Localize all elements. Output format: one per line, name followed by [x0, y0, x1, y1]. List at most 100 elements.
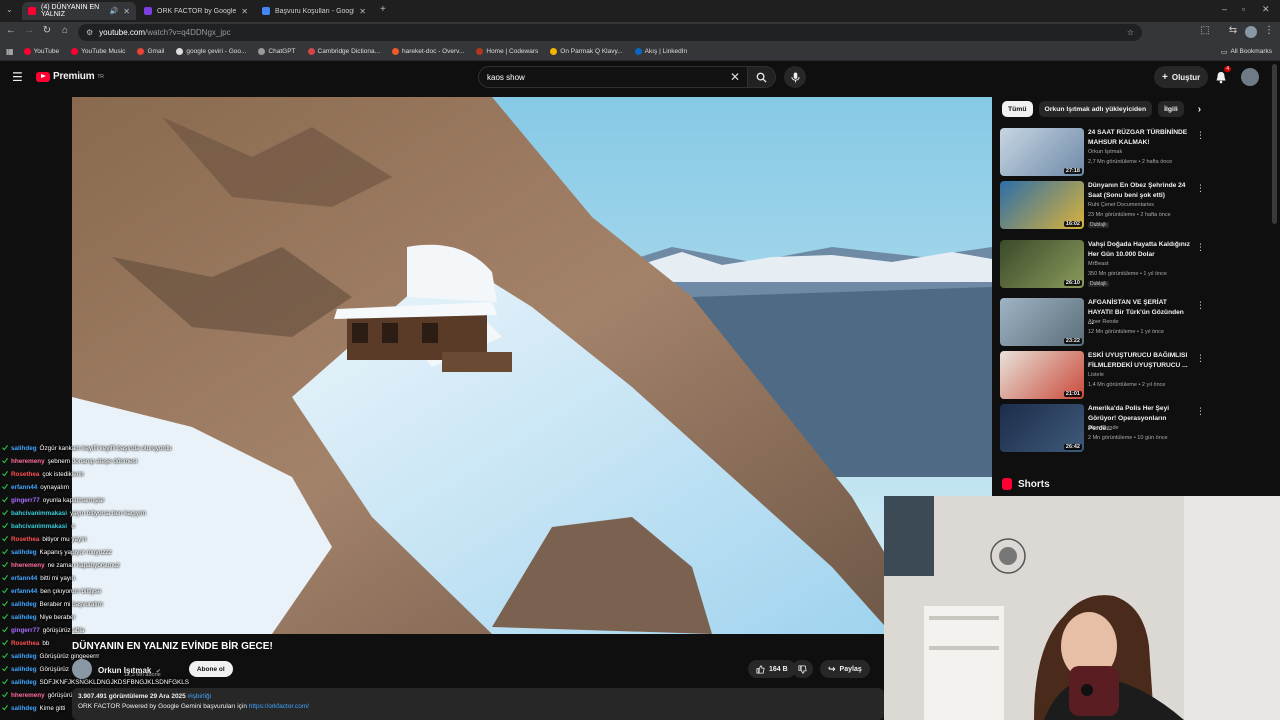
bookmark-cambridge[interactable]: Cambridge Dictiona...	[307, 48, 380, 55]
video-channel[interactable]: Alper Rende	[1088, 425, 1119, 431]
bookmark-gmail[interactable]: Gmail	[137, 48, 164, 55]
address-bar[interactable]: ⚙ youtube.com/watch?v=q4DDNgx_jpc ☆	[78, 24, 1142, 41]
speaker-icon[interactable]: 🔊	[110, 7, 119, 15]
page-scrollbar[interactable]	[1272, 64, 1277, 224]
hashtag-link[interactable]: #işbirliği	[188, 693, 211, 700]
back-icon[interactable]: ←	[4, 25, 18, 36]
clear-search-icon[interactable]: ✕	[730, 70, 740, 84]
bookmark-on-parmak[interactable]: On Parmak Q Klavy...	[550, 48, 623, 55]
bookmark-codewars[interactable]: Home | Codewars	[476, 48, 538, 55]
video-channel[interactable]: Orkun Işıtmak	[1088, 149, 1122, 155]
video-thumbnail[interactable]: 23:22	[1000, 298, 1084, 346]
more-options-icon[interactable]: ⋮	[1196, 130, 1205, 141]
video-channel[interactable]: Alper Rende	[1088, 319, 1119, 325]
new-tab-icon[interactable]: +	[380, 4, 386, 15]
video-thumbnail[interactable]: 27:18	[1000, 128, 1084, 176]
create-button[interactable]: + Oluştur	[1154, 66, 1209, 88]
recommended-video[interactable]: 16:02 Dünyanın En Obez Şehrinde 24 Saat …	[1000, 181, 1205, 231]
notifications-button[interactable]: 4	[1212, 66, 1231, 86]
minimize-icon[interactable]: –	[1222, 4, 1227, 14]
chat-username: salihdeg	[11, 679, 37, 686]
apps-grid-icon[interactable]: ▦	[6, 47, 14, 56]
youtube-premium-logo[interactable]: Premium TR	[36, 71, 104, 82]
more-options-icon[interactable]: ⋮	[1196, 242, 1205, 253]
video-title[interactable]: 24 SAAT RÜZGAR TÜRBİNİNDE MAHSUR KALMAK!	[1088, 128, 1190, 148]
tab-google-docs[interactable]: Başvuru Koşulları - Google Doc ✕	[256, 2, 372, 20]
more-options-icon[interactable]: ⋮	[1196, 353, 1205, 364]
video-description[interactable]: 3.907.491 görüntüleme 29 Ara 2025 #işbir…	[72, 688, 884, 720]
chevron-right-icon[interactable]: ›	[1198, 104, 1201, 115]
more-options-icon[interactable]: ⋮	[1196, 183, 1205, 194]
close-window-icon[interactable]: ✕	[1262, 4, 1270, 15]
profile-switch-icon[interactable]: ⇆	[1226, 25, 1240, 36]
recommended-video[interactable]: 21:01 ESKİ UYUŞTURUCU BAĞIMLISI FİLMLERD…	[1000, 351, 1205, 401]
more-options-icon[interactable]: ⋮	[1196, 300, 1205, 311]
video-title[interactable]: Vahşi Doğada Hayatta Kaldığınız Her Gün …	[1088, 240, 1190, 260]
video-duration: 26:10	[1063, 280, 1082, 286]
browser-profile-avatar[interactable]	[1245, 26, 1257, 38]
close-tab-icon[interactable]: ✕	[123, 7, 130, 16]
recommended-video[interactable]: 23:22 AFGANİSTAN VE ŞERİAT HAYATI! Bir T…	[1000, 298, 1205, 348]
reload-icon[interactable]: ↻	[40, 25, 54, 36]
bookmark-favicon-icon	[23, 48, 31, 55]
chat-text: bitti mi yayın	[40, 575, 76, 582]
chip-all[interactable]: Tümü	[1002, 101, 1033, 117]
description-link[interactable]: https://orkfactor.com/	[249, 703, 309, 710]
chat-text: ne zaman kapatıyorsunuz	[47, 562, 120, 569]
video-meta: 2,7 Mn görüntüleme • 2 hafta önce	[1088, 159, 1173, 165]
bookmark-linkedin[interactable]: Akış | LinkedIn	[634, 48, 687, 55]
maximize-icon[interactable]: ▫	[1242, 4, 1245, 14]
video-title[interactable]: ESKİ UYUŞTURUCU BAĞIMLISI FİLMLERDEKİ UY…	[1088, 351, 1190, 371]
video-duration: 27:18	[1063, 168, 1082, 174]
bookmark-star-icon[interactable]: ☆	[1127, 28, 1134, 37]
channel-avatar[interactable]	[72, 659, 92, 679]
browser-menu-icon[interactable]: ⋮	[1262, 25, 1276, 36]
close-tab-icon[interactable]: ✕	[241, 7, 248, 16]
bookmark-label: Gmail	[147, 48, 165, 55]
tab-youtube[interactable]: (4) DÜNYANIN EN YALNIZ 🔊 ✕	[22, 2, 136, 20]
recommended-video[interactable]: 26:42 Amerika'da Polis Her Şeyi Görüyor!…	[1000, 404, 1205, 454]
chip-related[interactable]: İlgili	[1158, 101, 1184, 117]
video-channel[interactable]: Listele	[1088, 372, 1104, 378]
share-button[interactable]: ↪ Paylaş	[820, 660, 870, 678]
voice-search-button[interactable]	[784, 66, 806, 88]
channel-info: Orkun Işıtmak ✔ 12,3 Mn abone	[98, 660, 161, 678]
bookmark-hareket-doc[interactable]: hareket-doc - Overv...	[392, 48, 464, 55]
chip-from-uploader[interactable]: Orkun Işıtmak adlı yükleyiciden	[1038, 101, 1153, 117]
tab-ork-factor[interactable]: ORK FACTOR by Google Gemini ✕	[138, 2, 254, 20]
video-thumbnail[interactable]: 26:42	[1000, 404, 1084, 452]
video-channel[interactable]: Ruhi Çenet Documentaries	[1088, 202, 1154, 208]
recommended-video[interactable]: 27:18 24 SAAT RÜZGAR TÜRBİNİNDE MAHSUR K…	[1000, 128, 1205, 178]
site-info-icon[interactable]: ⚙	[86, 28, 93, 37]
search-input[interactable]: kaos show	[478, 66, 748, 88]
search-button[interactable]	[748, 66, 776, 88]
chat-username: salihdeg	[11, 601, 37, 608]
more-options-icon[interactable]: ⋮	[1196, 406, 1205, 417]
all-bookmarks[interactable]: ▭ All Bookmarks	[1221, 48, 1272, 56]
close-tab-icon[interactable]: ✕	[359, 7, 366, 16]
bookmark-chatgpt[interactable]: ChatGPT	[258, 48, 296, 55]
bookmark-google-translate[interactable]: google çeviri - Goo...	[176, 48, 246, 55]
video-thumbnail[interactable]: 16:02	[1000, 181, 1084, 229]
tab-search-icon[interactable]: ⌄	[6, 5, 13, 14]
home-icon[interactable]: ⌂	[58, 25, 72, 36]
description-text: ORK FACTOR Powered by Google Gemini başv…	[78, 703, 247, 710]
account-avatar[interactable]	[1241, 68, 1259, 86]
video-title[interactable]: Dünyanın En Obez Şehrinde 24 Saat (Sonu …	[1088, 181, 1190, 201]
recommended-video[interactable]: 26:10 Vahşi Doğada Hayatta Kaldığınız He…	[1000, 240, 1205, 290]
verified-check-icon	[2, 510, 8, 516]
bookmark-youtube-music[interactable]: YouTube Music	[71, 48, 125, 55]
forward-icon[interactable]: →	[22, 25, 36, 36]
video-channel[interactable]: MrBeast	[1088, 261, 1108, 267]
like-button[interactable]: 164 B	[748, 660, 796, 678]
bookmark-youtube[interactable]: YouTube	[23, 48, 59, 55]
extensions-icon[interactable]: ⬚	[1198, 25, 1212, 36]
video-thumbnail[interactable]: 21:01	[1000, 351, 1084, 399]
site-favicon-icon	[144, 7, 152, 15]
subscribe-button[interactable]: Abone ol	[188, 661, 233, 677]
hamburger-menu-icon[interactable]: ☰	[12, 70, 23, 84]
video-thumbnail[interactable]: 26:10	[1000, 240, 1084, 288]
dislike-button[interactable]	[792, 660, 813, 678]
bookmark-favicon-icon	[137, 48, 145, 55]
plus-icon: +	[1162, 71, 1168, 83]
